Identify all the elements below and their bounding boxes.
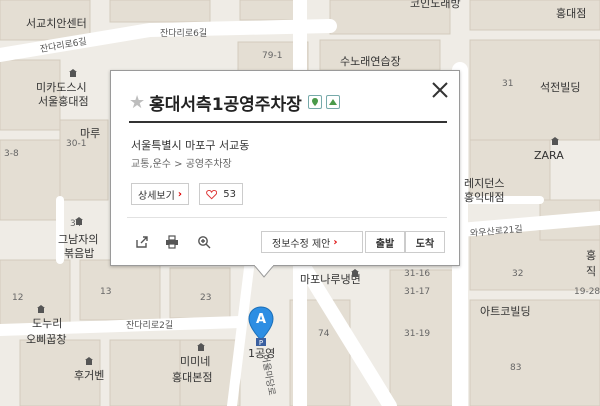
close-icon[interactable]	[429, 79, 451, 101]
lot-12: 12	[12, 293, 24, 303]
detail-button[interactable]: 상세보기 ›	[131, 183, 189, 205]
place-info-popup: ★ 홍대서측1공영주차장 서울특별시 마포구 서교동 교통,운수 > 공영주차장…	[110, 70, 460, 266]
edit-suggest-button[interactable]: 정보수정 제안 ›	[261, 231, 363, 253]
map-label-residence: 레지던스	[464, 177, 505, 190]
svg-text:P: P	[259, 339, 263, 346]
map-label-mikado: 미카도스시	[36, 81, 87, 94]
map-label-hongdae-tr: 홍대점	[556, 7, 587, 20]
arrive-label: 도착	[415, 238, 435, 250]
lot-3-8: 3-8	[4, 149, 19, 159]
map-label-maru: 마루	[80, 127, 101, 140]
lot-31-19: 31-19	[404, 329, 431, 339]
map-label-geunaja: 그남자의	[58, 233, 99, 246]
road-label-jandari6-mid: 잔다리로6길	[160, 29, 208, 39]
like-button[interactable]: 53	[199, 183, 243, 205]
lot-31: 31	[502, 79, 514, 89]
map-label-hongdae-bonjeom: 홍대본점	[172, 371, 213, 384]
map-label-mimine: 미미네	[180, 355, 211, 368]
detail-label: 상세보기	[138, 190, 175, 202]
map-label-omukbap: 오삐꿉창	[26, 333, 67, 346]
lot-30-1: 30-1	[66, 139, 87, 149]
restaurant-icon	[197, 343, 205, 351]
lot-31-17: 31-17	[404, 287, 431, 297]
print-icon[interactable]	[165, 235, 179, 249]
store-icon	[551, 137, 559, 145]
map-label-zara: ZARA	[534, 149, 564, 162]
chevron-right-icon: ›	[177, 188, 182, 200]
place-address: 서울특별시 마포구 서교동	[131, 139, 250, 152]
popup-tail	[254, 265, 274, 278]
lot-74: 74	[318, 329, 330, 339]
arrive-button[interactable]: 도착	[405, 231, 445, 253]
map-label-sunorae: 수노래연습장	[340, 55, 401, 68]
title-divider	[129, 121, 447, 123]
restaurant-icon	[75, 217, 83, 225]
lot-31-16: 31-16	[404, 269, 431, 279]
like-count: 53	[223, 188, 236, 200]
lot-19-28: 19-28	[574, 287, 600, 297]
depart-button[interactable]: 출발	[365, 231, 405, 253]
lot-83: 83	[510, 363, 522, 373]
lot-23: 23	[200, 293, 212, 303]
parking-tag-icon	[325, 95, 340, 109]
edit-suggest-label: 정보수정 제안	[272, 238, 331, 250]
lot-32: 32	[512, 269, 524, 279]
restaurant-icon	[351, 269, 359, 277]
map-label-seoul-hongdae: 서울홍대점	[38, 95, 89, 108]
toolbar-divider	[127, 217, 447, 218]
pin-letter: A	[256, 312, 266, 327]
favorite-star-icon[interactable]: ★	[129, 92, 145, 113]
restaurant-icon	[85, 357, 93, 365]
restaurant-icon	[37, 305, 45, 313]
map-label-hugebeng: 후거벤	[74, 369, 105, 382]
zoom-in-icon[interactable]	[197, 235, 211, 249]
share-icon[interactable]	[135, 235, 149, 249]
lot-13: 13	[100, 287, 112, 297]
map-label-koin: 코인노래방	[410, 0, 461, 10]
map-label-jik: 직	[586, 265, 597, 278]
map-label-hong: 홍	[586, 249, 597, 262]
map-pin-marker[interactable]: A P	[248, 306, 274, 346]
map-label-atco: 아트코빌딩	[480, 305, 531, 318]
map-label-bokkeumbap: 볶음밥	[64, 247, 95, 260]
road-label-jandari2: 잔다리로2길	[126, 321, 174, 331]
place-category: 교통,운수 > 공영주차장	[131, 159, 232, 170]
map-label-seogyo: 서교치안센터	[26, 17, 87, 30]
lot-79-1: 79-1	[262, 51, 283, 61]
map-label-seokjeon: 석전빌딩	[540, 81, 581, 94]
map-label-hongik: 홍익대점	[464, 191, 505, 204]
chevron-right-icon: ›	[333, 236, 338, 248]
depart-label: 출발	[375, 238, 395, 250]
restaurant-icon	[69, 69, 77, 77]
heart-icon	[206, 189, 218, 199]
location-tag-icon	[307, 95, 322, 109]
place-title: 홍대서측1공영주차장	[149, 94, 302, 115]
map-label-dunuri: 도누리	[32, 317, 63, 330]
